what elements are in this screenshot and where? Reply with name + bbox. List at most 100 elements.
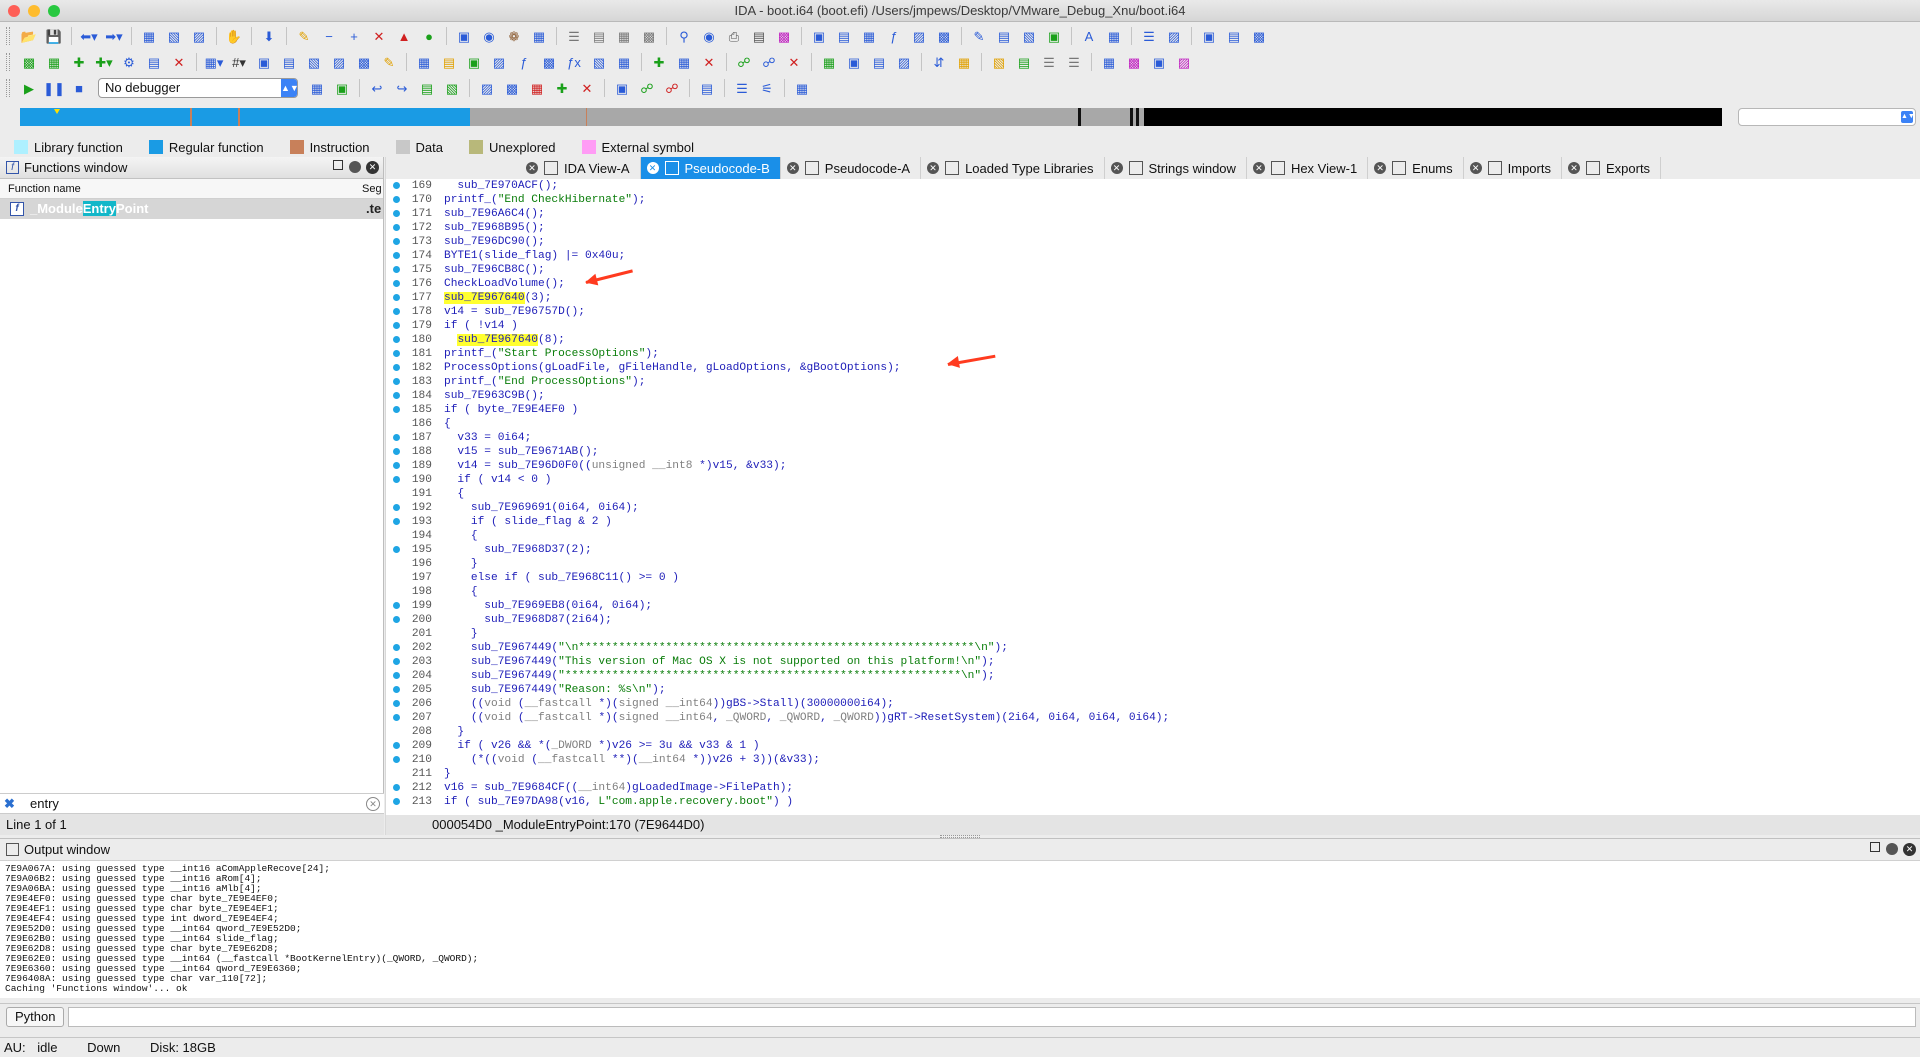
python-language-button[interactable]: Python [6, 1007, 65, 1027]
code-line[interactable]: 197 else if ( sub_7E968C11() >= 0 ) [386, 571, 1920, 585]
op-e-icon[interactable]: ▩ [352, 51, 376, 73]
code-line[interactable]: 190 if ( v14 < 0 ) [386, 473, 1920, 487]
bp-b-icon[interactable]: ▩ [500, 77, 524, 99]
enum-c-icon[interactable]: ▤ [867, 51, 891, 73]
comment-a-icon[interactable]: ▧ [987, 51, 1011, 73]
search-icon[interactable]: ⚲ [672, 25, 696, 47]
tab-exports[interactable]: ✕ Exports [1561, 157, 1662, 179]
breakpoint-dot-icon[interactable] [393, 672, 400, 679]
float-icon[interactable] [1870, 842, 1880, 852]
green-circle-icon[interactable]: ● [417, 25, 441, 47]
graph-b-icon[interactable]: ▩ [1122, 51, 1146, 73]
func-icon[interactable]: ƒ [882, 25, 906, 47]
tab-pseudocode-a[interactable]: ✕ Pseudocode-A [780, 157, 922, 179]
op-d-icon[interactable]: ▨ [327, 51, 351, 73]
stop-icon[interactable]: ■ [67, 77, 91, 99]
op-c-icon[interactable]: ▧ [302, 51, 326, 73]
bug-icon[interactable]: ❁ [502, 25, 526, 47]
print-preview-icon[interactable]: ▤ [747, 25, 771, 47]
font-icon[interactable]: A [1077, 25, 1101, 47]
navigation-band[interactable] [20, 108, 1722, 126]
comment-d-icon[interactable]: ☰ [1062, 51, 1086, 73]
close-tab-icon[interactable]: ✕ [927, 162, 940, 174]
minus-icon[interactable]: − [317, 25, 341, 47]
tab-ida-view-a[interactable]: ✕ IDA View-A [520, 157, 641, 179]
window-icon[interactable]: ▣ [452, 25, 476, 47]
step-over-icon[interactable]: ↪ [390, 77, 414, 99]
code-line[interactable]: 170 printf_("End CheckHibernate"); [386, 193, 1920, 207]
view-c-icon[interactable]: ▦ [857, 25, 881, 47]
code-line[interactable]: 192 sub_7E969691(0i64, 0i64); [386, 501, 1920, 515]
link-a-icon[interactable]: ☍ [732, 51, 756, 73]
code-line[interactable]: 209 if ( v26 && *(_DWORD *)v26 >= 3u && … [386, 739, 1920, 753]
seg-d-icon[interactable]: ▨ [487, 51, 511, 73]
save-icon[interactable]: 💾 [42, 25, 66, 47]
code-line[interactable]: 191 { [386, 487, 1920, 501]
trace-c-icon[interactable]: ▤ [695, 77, 719, 99]
code-line[interactable]: 177 sub_7E967640(3); [386, 291, 1920, 305]
add-func-icon[interactable]: ▦ [42, 51, 66, 73]
pseudocode-view[interactable]: 169 sub_7E970ACF(); 170 printf_("End Check… [386, 179, 1920, 815]
code-line[interactable]: 176 CheckLoadVolume(); [386, 277, 1920, 291]
enum-a-icon[interactable]: ▦ [817, 51, 841, 73]
filter-x-icon[interactable]: ✖ [4, 796, 15, 812]
breakpoint-dot-icon[interactable] [393, 686, 400, 693]
zoom-icon[interactable]: ◉ [697, 25, 721, 47]
code-line[interactable]: 198 { [386, 585, 1920, 599]
link-delete-icon[interactable]: ✕ [782, 51, 806, 73]
binary-icon[interactable]: ▦ [137, 25, 161, 47]
nav-scope-select[interactable]: ▲▼ [1738, 108, 1916, 126]
breakpoint-dot-icon[interactable] [393, 784, 400, 791]
code-line[interactable]: 202 sub_7E967449("\n********************… [386, 641, 1920, 655]
stack-icon[interactable]: ☰ [1137, 25, 1161, 47]
seg-b-icon[interactable]: ▤ [437, 51, 461, 73]
close-tab-icon[interactable]: ✕ [1374, 162, 1387, 174]
breakpoint-dot-icon[interactable] [393, 294, 400, 301]
code-line[interactable]: 181 printf_("Start ProcessOptions"); [386, 347, 1920, 361]
struct-menu-icon[interactable]: ▦▾ [202, 51, 226, 73]
code-line[interactable]: 195 sub_7E968D37(2); [386, 543, 1920, 557]
step-out-icon[interactable]: ▤ [415, 77, 439, 99]
code-line[interactable]: 193 if ( slide_flag & 2 ) [386, 515, 1920, 529]
breakpoint-dot-icon[interactable] [393, 742, 400, 749]
breakpoint-dot-icon[interactable] [393, 392, 400, 399]
code-line[interactable]: 178 v14 = sub_7E96757D(); [386, 305, 1920, 319]
sort-b-icon[interactable]: ▦ [952, 51, 976, 73]
code-line[interactable]: 185 if ( byte_7E9E4EF0 ) [386, 403, 1920, 417]
view-f-icon[interactable]: ▤ [992, 25, 1016, 47]
document-icon[interactable]: ▤ [587, 25, 611, 47]
column-segment[interactable]: Seg [362, 179, 382, 199]
op-b-icon[interactable]: ▤ [277, 51, 301, 73]
code-line[interactable]: 187 v33 = 0i64; [386, 431, 1920, 445]
link-b-icon[interactable]: ☍ [757, 51, 781, 73]
enum-d-icon[interactable]: ▨ [892, 51, 916, 73]
breakpoint-dot-icon[interactable] [393, 518, 400, 525]
breakpoint-dot-icon[interactable] [393, 196, 400, 203]
close-icon[interactable]: ✕ [1903, 843, 1916, 856]
command-input[interactable] [68, 1007, 1916, 1027]
trace-delete-icon[interactable]: ☍ [660, 77, 684, 99]
code-line[interactable]: 171 sub_7E96A6C4(); [386, 207, 1920, 221]
close-tab-icon[interactable]: ✕ [526, 162, 538, 174]
delete-icon[interactable]: ✕ [167, 51, 191, 73]
add-seg-icon[interactable]: ▩ [17, 51, 41, 73]
close-window-button[interactable] [8, 5, 20, 17]
breakpoint-dot-icon[interactable] [393, 756, 400, 763]
back-arrow-icon[interactable]: ⬅▾ [77, 25, 101, 47]
forward-arrow-icon[interactable]: ➡▾ [102, 25, 126, 47]
code-line[interactable]: 207 ((void (__fastcall *)(signed __int64… [386, 711, 1920, 725]
code-line[interactable]: 213 if ( sub_7E97DA98(v16, L"com.apple.re… [386, 795, 1920, 809]
trace-e-icon[interactable]: ⚟ [755, 77, 779, 99]
breakpoint-dot-icon[interactable] [393, 462, 400, 469]
op-f-icon[interactable]: ✎ [377, 51, 401, 73]
breakpoint-dot-icon[interactable] [393, 280, 400, 287]
bp-a-icon[interactable]: ▨ [475, 77, 499, 99]
code-line[interactable]: 172 sub_7E968B95(); [386, 221, 1920, 235]
breakpoint-dot-icon[interactable] [393, 504, 400, 511]
toolbar-grip[interactable] [6, 79, 10, 97]
code-line[interactable]: 183 printf_("End ProcessOptions"); [386, 375, 1920, 389]
close-tab-icon[interactable]: ✕ [1110, 162, 1123, 174]
seg-g-icon[interactable]: ▦ [612, 51, 636, 73]
code-line[interactable]: 184 sub_7E963C9B(); [386, 389, 1920, 403]
code-line[interactable]: 204 sub_7E967449("**********************… [386, 669, 1920, 683]
